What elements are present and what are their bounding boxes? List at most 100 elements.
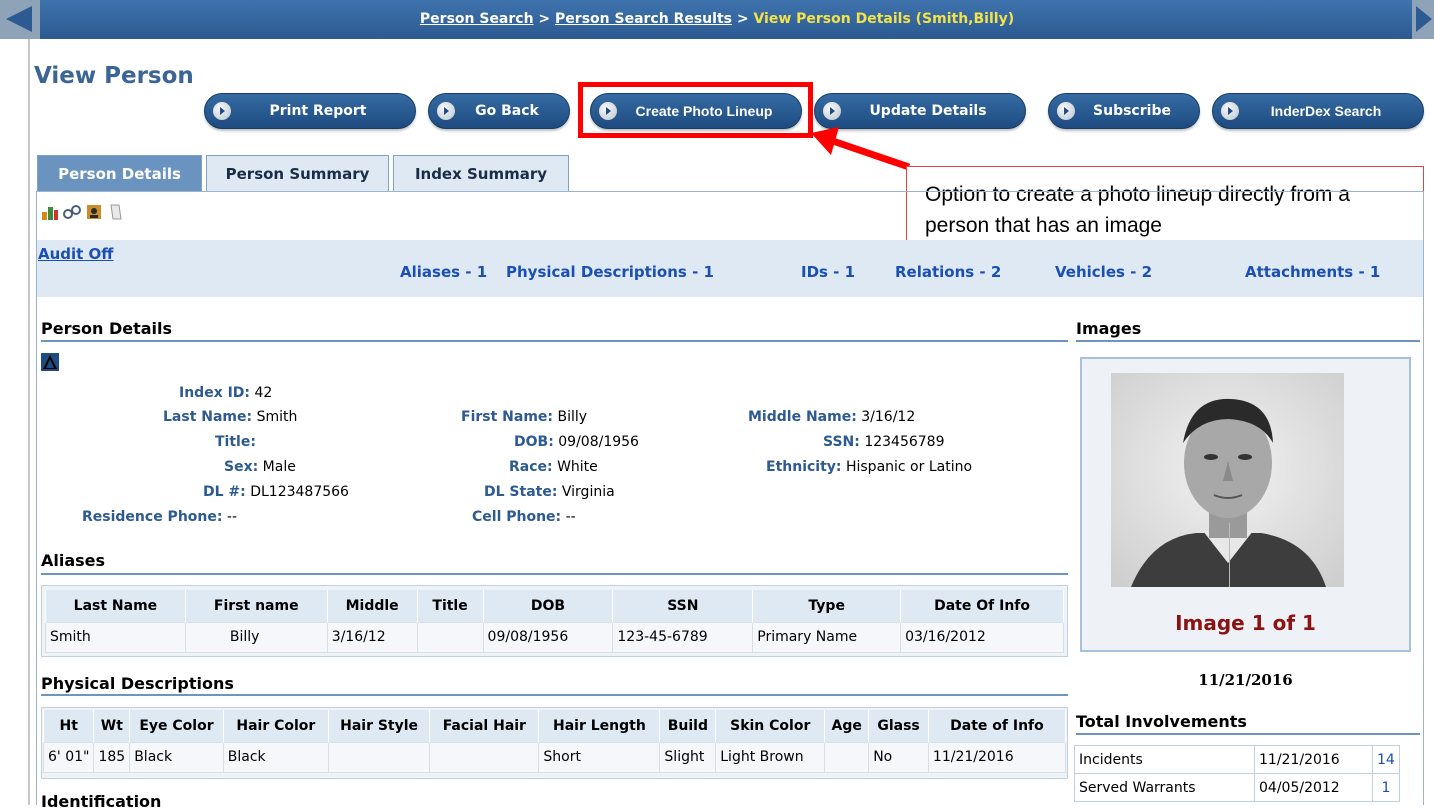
table-cell: Primary Name <box>752 621 902 653</box>
involvement-count-link[interactable]: 14 <box>1372 745 1400 774</box>
person-details-heading: Person Details <box>41 319 173 338</box>
table-row[interactable]: Smith Billy 3/16/12 09/08/1956 123-45-67… <box>45 621 1064 653</box>
table-row[interactable]: 6' 01" 185 Black Black Short Slight Ligh… <box>42 741 1067 773</box>
print-report-label: Print Report <box>269 103 367 119</box>
section-divider <box>1076 340 1420 342</box>
column-header[interactable]: Facial Hair <box>429 710 540 742</box>
breadcrumb-person-search[interactable]: Person Search <box>420 11 534 27</box>
table-cell: 09/08/1956 <box>482 621 614 653</box>
table-cell: 123-45-6789 <box>612 621 754 653</box>
table-cell: 185 <box>93 741 131 773</box>
sex-field: Sex: Male <box>224 459 296 475</box>
column-header[interactable]: Age <box>824 710 870 742</box>
breadcrumb-person-search-results[interactable]: Person Search Results <box>555 11 732 27</box>
ssn-value: 123456789 <box>864 434 945 450</box>
column-header[interactable]: DOB <box>482 590 614 622</box>
column-header[interactable]: Type <box>752 590 902 622</box>
dob-value: 09/08/1956 <box>558 434 639 450</box>
involvements-table: Incidents 11/21/2016 14 Served Warrants … <box>1074 745 1400 802</box>
column-header[interactable]: Ht <box>42 710 95 742</box>
table-row[interactable]: Incidents 11/21/2016 14 <box>1074 745 1400 774</box>
map-icon[interactable] <box>41 203 59 221</box>
dl-state-field: DL State: Virginia <box>484 484 615 500</box>
dl-number-label: DL #: <box>203 484 246 500</box>
column-header[interactable]: Build <box>659 710 717 742</box>
ids-count-link[interactable]: IDs - 1 <box>801 263 855 281</box>
counts-bar <box>37 240 1423 297</box>
column-header[interactable]: Hair Color <box>222 710 329 742</box>
section-divider <box>41 573 1068 575</box>
alert-icon[interactable] <box>41 353 59 371</box>
id-card-icon[interactable] <box>85 203 103 221</box>
table-row[interactable]: Served Warrants 04/05/2012 1 <box>1074 773 1400 802</box>
table-cell <box>327 741 431 773</box>
ssn-label: SSN: <box>823 434 860 450</box>
column-header[interactable]: First name <box>184 590 328 622</box>
play-icon <box>1057 102 1075 120</box>
column-header[interactable]: Hair Length <box>538 710 661 742</box>
section-divider <box>41 340 1068 342</box>
involvement-label: Served Warrants <box>1074 773 1255 802</box>
audit-off-link[interactable]: Audit Off <box>38 245 113 263</box>
physical-descriptions-count-link[interactable]: Physical Descriptions - 1 <box>506 263 714 281</box>
table-cell: 11/21/2016 <box>927 741 1067 773</box>
print-report-button[interactable]: Print Report <box>204 93 416 129</box>
involvement-count-link[interactable]: 1 <box>1372 773 1400 802</box>
column-header[interactable]: Eye Color <box>129 710 224 742</box>
total-involvements-heading: Total Involvements <box>1076 712 1247 731</box>
column-header[interactable]: Skin Color <box>715 710 826 742</box>
ethnicity-value: Hispanic or Latino <box>845 459 973 475</box>
sex-label: Sex: <box>224 459 259 475</box>
relations-count-link[interactable]: Relations - 2 <box>895 263 1001 281</box>
first-name-label: First Name: <box>461 409 554 425</box>
breadcrumb-separator: > <box>533 11 556 27</box>
first-name-value: Billy <box>557 409 588 425</box>
dob-field: DOB: 09/08/1956 <box>514 434 639 450</box>
person-photo[interactable] <box>1111 373 1344 587</box>
table-cell: 3/16/12 <box>326 621 418 653</box>
column-header[interactable]: Date Of Info <box>900 590 1064 622</box>
table-cell: 6' 01" <box>42 741 95 773</box>
breadcrumb: Person Search > Person Search Results > … <box>0 11 1434 27</box>
index-id-label: Index ID: <box>179 385 251 401</box>
table-cell <box>429 741 540 773</box>
residence-phone-value: -- <box>226 509 238 525</box>
page-left-border <box>28 39 30 805</box>
play-icon <box>1221 102 1239 120</box>
update-details-button[interactable]: Update Details <box>814 93 1026 129</box>
table-cell: Light Brown <box>715 741 826 773</box>
cell-phone-value: -- <box>565 509 576 525</box>
attachments-count-link[interactable]: Attachments - 1 <box>1245 263 1380 281</box>
column-header[interactable]: Last Name <box>45 590 186 622</box>
aliases-heading: Aliases <box>41 551 106 570</box>
table-cell: Smith <box>45 621 186 653</box>
column-header[interactable]: Middle <box>326 590 418 622</box>
tab-person-summary[interactable]: Person Summary <box>206 155 389 191</box>
subscribe-button[interactable]: Subscribe <box>1048 93 1200 129</box>
column-header[interactable]: SSN <box>612 590 754 622</box>
table-cell: Black <box>129 741 224 773</box>
middle-name-value: 3/16/12 <box>861 409 916 425</box>
section-divider <box>41 694 1068 696</box>
index-id-field: Index ID: 42 <box>179 385 272 401</box>
aliases-count-link[interactable]: Aliases - 1 <box>400 263 487 281</box>
column-header[interactable]: Hair Style <box>327 710 431 742</box>
involvement-date: 04/05/2012 <box>1254 773 1373 802</box>
column-header[interactable]: Glass <box>868 710 929 742</box>
handcuffs-icon[interactable] <box>63 203 81 221</box>
tab-index-summary[interactable]: Index Summary <box>393 155 569 191</box>
tab-person-details[interactable]: Person Details <box>37 155 202 191</box>
go-back-label: Go Back <box>475 103 539 119</box>
vehicles-count-link[interactable]: Vehicles - 2 <box>1055 263 1152 281</box>
column-header[interactable]: Date of Info <box>927 710 1067 742</box>
column-header[interactable]: Title <box>416 590 484 622</box>
middle-name-field: Middle Name: 3/16/12 <box>748 409 915 425</box>
images-heading: Images <box>1076 319 1142 338</box>
index-id-value: 42 <box>254 385 273 401</box>
column-header[interactable]: Wt <box>93 710 131 742</box>
physical-descriptions-table: Ht Wt Eye Color Hair Color Hair Style Fa… <box>42 710 1067 773</box>
physical-descriptions-heading: Physical Descriptions <box>41 674 234 693</box>
inderdex-search-button[interactable]: InderDex Search <box>1212 93 1424 129</box>
document-icon[interactable] <box>107 203 125 221</box>
go-back-button[interactable]: Go Back <box>428 93 570 129</box>
